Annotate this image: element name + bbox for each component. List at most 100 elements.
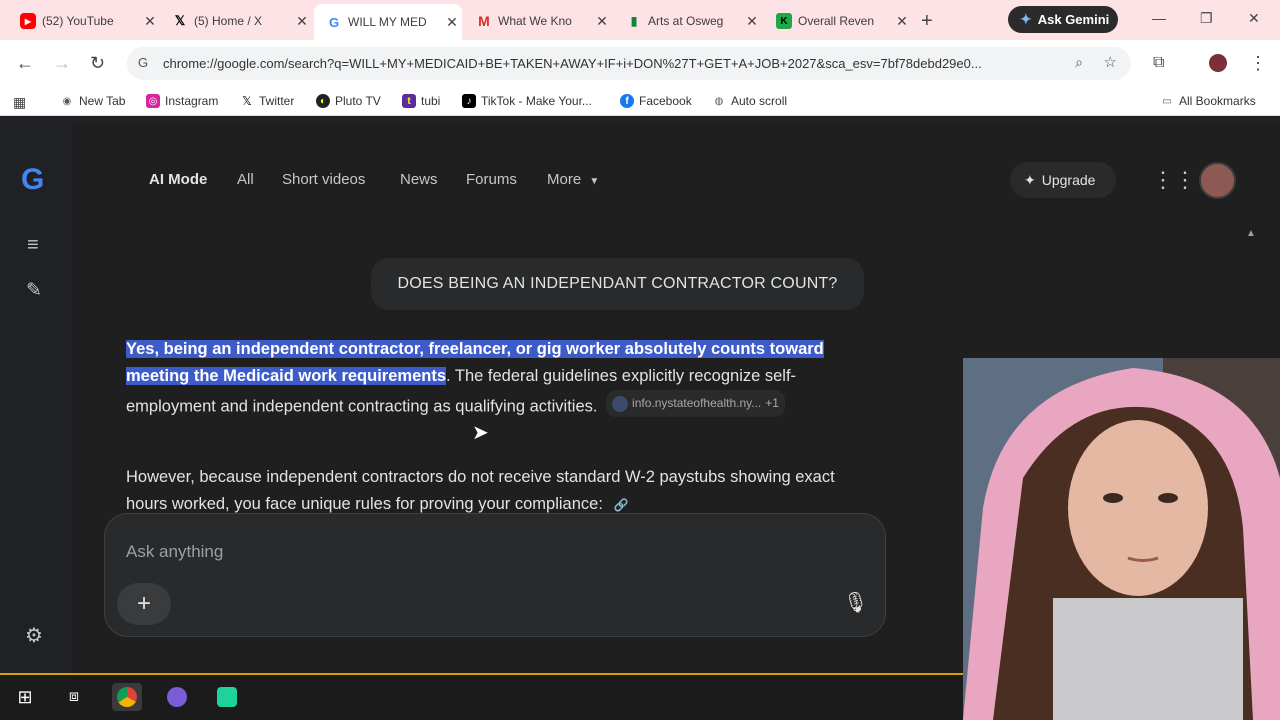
gemini-sparkle-icon: ✦: [1020, 11, 1032, 27]
task-view-icon[interactable]: ⧈: [59, 683, 89, 711]
tab-title: WILL MY MED: [348, 15, 427, 29]
tab-x-home[interactable]: 𝕏 (5) Home / X ✕: [160, 6, 312, 36]
close-window-icon[interactable]: ✕: [1248, 10, 1260, 27]
new-tab-plus-icon[interactable]: +: [921, 10, 933, 33]
address-bar[interactable]: G chrome://google.com/search?q=WILL+MY+M…: [127, 47, 1131, 80]
bookmark-tiktok[interactable]: ♪ TikTok - Make Your...: [462, 94, 592, 108]
taskbar-app-icon[interactable]: [212, 683, 242, 711]
url-text: chrome://google.com/search?q=WILL+MY+MED…: [163, 56, 982, 71]
apps-grid-icon[interactable]: ▦: [13, 94, 26, 111]
upgrade-button[interactable]: ✦ Upgrade: [1010, 162, 1116, 198]
citation-source-icon: [612, 395, 629, 412]
tab-title: Overall Reven: [798, 14, 875, 28]
tab-short-videos[interactable]: Short videos: [282, 171, 365, 188]
link-icon[interactable]: 🔗: [614, 498, 629, 512]
mouse-cursor-icon: ➤: [472, 422, 489, 444]
restore-icon[interactable]: ❐: [1200, 10, 1213, 27]
ask-gemini-button[interactable]: ✦ Ask Gemini: [1008, 6, 1118, 33]
account-avatar[interactable]: [1199, 162, 1236, 199]
tab-arts-oswego[interactable]: ▮ Arts at Osweg ✕: [614, 6, 762, 36]
bookmark-green-icon: ▮: [630, 14, 638, 28]
ai-answer-paragraph: Yes, being an independent contractor, fr…: [126, 336, 861, 421]
tab-overall-revenue[interactable]: K Overall Reven ✕: [764, 6, 912, 36]
gmail-icon: M: [478, 13, 490, 29]
k-logo-icon: K: [776, 13, 792, 29]
bookmark-new-tab[interactable]: ◉ New Tab: [60, 94, 126, 108]
upgrade-label: Upgrade: [1041, 172, 1096, 188]
close-icon[interactable]: ✕: [442, 14, 462, 31]
pluto-tv-icon: ◐: [316, 94, 330, 108]
google-g-icon: G: [328, 14, 340, 30]
windows-start-icon[interactable]: ⊞: [10, 683, 40, 711]
citation-extra-count: +1: [765, 396, 779, 410]
extensions-icon[interactable]: ⧉: [1153, 54, 1164, 72]
taskbar-chrome-profile-icon[interactable]: [162, 683, 192, 711]
settings-gear-icon[interactable]: ⚙: [25, 623, 43, 648]
zoom-icon[interactable]: ⌕: [1075, 54, 1083, 71]
close-icon[interactable]: ✕: [742, 13, 762, 30]
close-icon[interactable]: ✕: [892, 13, 912, 30]
new-tab-icon: ◉: [62, 95, 72, 107]
new-chat-edit-icon[interactable]: ✎: [26, 279, 42, 302]
google-logo-icon[interactable]: G: [21, 163, 44, 197]
add-attachment-plus-button[interactable]: +: [117, 583, 171, 625]
tab-forums[interactable]: Forums: [466, 171, 517, 188]
forward-arrow-icon[interactable]: →: [53, 53, 71, 74]
close-icon[interactable]: ✕: [592, 13, 612, 30]
tab-news[interactable]: News: [400, 171, 438, 188]
tab-youtube[interactable]: ▶ (52) YouTube ✕: [8, 6, 160, 36]
microphone-icon[interactable]: 🎙: [843, 590, 868, 615]
ask-anything-input[interactable]: [126, 538, 726, 566]
tiktok-icon: ♪: [462, 94, 476, 108]
bookmark-label: Facebook: [639, 94, 692, 108]
bookmark-twitter[interactable]: 𝕏 Twitter: [240, 94, 294, 108]
tab-title: What We Kno: [498, 14, 572, 28]
menu-dots-icon[interactable]: ⋮: [1249, 53, 1267, 74]
close-icon[interactable]: ✕: [292, 13, 312, 30]
profile-avatar[interactable]: [1209, 54, 1227, 72]
reload-icon[interactable]: ↻: [90, 53, 105, 74]
bookmark-facebook[interactable]: f Facebook: [620, 94, 692, 108]
bookmark-label: tubi: [421, 94, 441, 108]
sparkle-icon: ✦: [1024, 171, 1036, 188]
folder-icon: ▭: [1162, 95, 1172, 107]
hamburger-menu-icon[interactable]: ≡: [27, 234, 39, 257]
minimize-icon[interactable]: —: [1152, 10, 1166, 26]
scroll-up-arrow-icon[interactable]: ▲: [1246, 228, 1256, 239]
webcam-overlay: [963, 358, 1280, 720]
youtube-icon: ▶: [20, 13, 36, 29]
facebook-icon: f: [620, 94, 634, 108]
tab-ai-mode[interactable]: AI Mode: [149, 171, 207, 188]
chevron-down-icon: ▼: [589, 176, 600, 187]
tab-google-search[interactable]: G WILL MY MED ✕: [314, 4, 462, 40]
back-arrow-icon[interactable]: ←: [16, 53, 34, 74]
site-info-icon: G: [138, 55, 149, 70]
star-icon[interactable]: ☆: [1104, 53, 1117, 71]
taskbar-chrome-icon[interactable]: [112, 683, 142, 711]
answer-text-2: However, because independent contractors…: [126, 468, 835, 513]
bookmark-pluto-tv[interactable]: ◐ Pluto TV: [316, 94, 381, 108]
bookmark-auto-scroll[interactable]: ◍ Auto scroll: [712, 94, 787, 108]
all-bookmarks-label: All Bookmarks: [1179, 94, 1256, 108]
bookmark-instagram[interactable]: ◎ Instagram: [146, 94, 218, 108]
tab-title: (5) Home / X: [194, 14, 263, 28]
citation-source: info.nystateofhealth.ny...: [632, 396, 762, 410]
instagram-icon: ◎: [146, 94, 160, 108]
ai-answer-paragraph-2: However, because independent contractors…: [126, 464, 861, 519]
bookmark-label: Auto scroll: [731, 94, 788, 108]
webcam-person-image: [963, 358, 1280, 720]
tab-gmail[interactable]: M What We Kno ✕: [464, 6, 612, 36]
all-bookmarks-folder[interactable]: ▭ All Bookmarks: [1160, 94, 1256, 108]
left-rail: [0, 123, 72, 673]
bookmark-label: Twitter: [259, 94, 295, 108]
bookmark-label: Pluto TV: [335, 94, 381, 108]
tab-more[interactable]: More ▼: [547, 171, 599, 188]
tab-title: Arts at Osweg: [648, 14, 724, 28]
close-icon[interactable]: ✕: [140, 13, 160, 30]
more-label: More: [547, 171, 582, 188]
bookmark-tubi[interactable]: t tubi: [402, 94, 440, 108]
windows-taskbar: [0, 673, 963, 720]
tab-title: (52) YouTube: [42, 14, 114, 28]
tab-all[interactable]: All: [237, 171, 254, 188]
citation-chip[interactable]: info.nystateofhealth.ny... +1: [606, 390, 785, 417]
